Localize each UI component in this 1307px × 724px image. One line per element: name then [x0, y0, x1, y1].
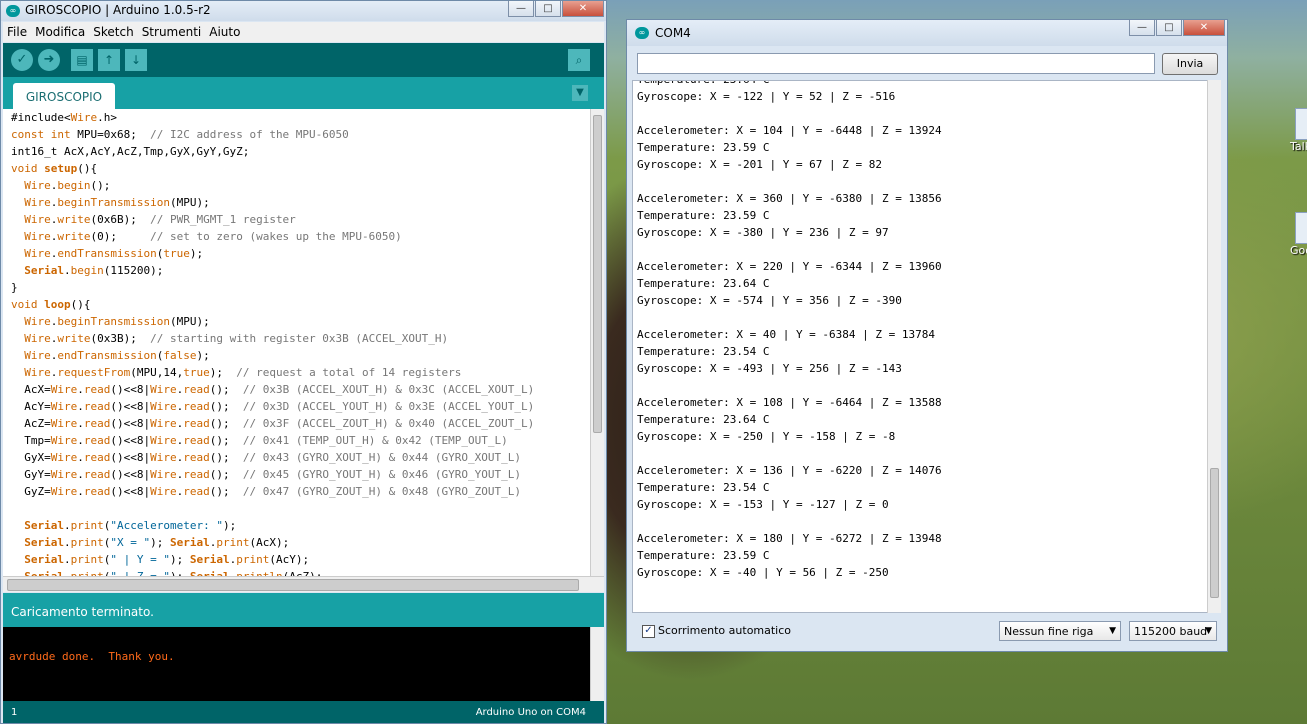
upload-button[interactable]: ➜	[38, 49, 60, 71]
console-text: avrdude done. Thank you.	[9, 650, 175, 663]
close-button[interactable]: ✕	[562, 1, 604, 17]
ide-titlebar[interactable]: ∞ GIROSCOPIO | Arduino 1.0.5-r2 — □ ✕	[1, 1, 606, 21]
file-icon	[1295, 108, 1307, 140]
chevron-down-icon: ▼	[1109, 626, 1116, 636]
desktop-icon-label: Talkin	[1290, 140, 1307, 153]
desktop-icon[interactable]: Talkin	[1290, 108, 1307, 168]
file-icon	[1295, 212, 1307, 244]
serial-monitor-button[interactable]: ⌕	[568, 49, 590, 71]
tab-giroscopio[interactable]: GIROSCOPIO	[13, 83, 115, 109]
serial-titlebar[interactable]: ∞ COM4 — □ ✕	[627, 20, 1227, 46]
status-message: Caricamento terminato.	[11, 605, 154, 619]
desktop-icon-label: Good	[1290, 244, 1307, 257]
autoscroll-label: Scorrimento automatico	[658, 624, 792, 637]
ide-title: GIROSCOPIO | Arduino 1.0.5-r2	[25, 3, 211, 17]
arduino-ide-window: ∞ GIROSCOPIO | Arduino 1.0.5-r2 — □ ✕ Fi…	[0, 0, 607, 724]
menu-modifica[interactable]: Modifica	[31, 22, 89, 42]
new-sketch-button[interactable]: ▤	[71, 49, 93, 71]
ide-status-bar: Caricamento terminato.	[3, 593, 604, 627]
arduino-logo-icon: ∞	[635, 27, 649, 39]
menu-aiuto[interactable]: Aiuto	[205, 22, 244, 42]
save-sketch-button[interactable]: ↓	[125, 49, 147, 71]
line-ending-select[interactable]: Nessun fine riga ▼	[999, 621, 1121, 641]
line-number: 1	[11, 707, 18, 718]
serial-monitor-window: ∞ COM4 — □ ✕ Invia Temperature: 23.64 C …	[626, 19, 1228, 652]
editor-scroll-thumb[interactable]	[593, 115, 602, 433]
serial-title: COM4	[655, 26, 691, 40]
ide-menubar: File Modifica Sketch Strumenti Aiuto	[3, 22, 604, 42]
editor-hscroll-thumb[interactable]	[7, 579, 579, 591]
serial-output[interactable]: Temperature: 23.64 C Gyroscope: X = -122…	[632, 80, 1208, 613]
code-text: #include<Wire.h> const int MPU=0x68; // …	[11, 111, 535, 576]
tab-menu-chevron-down-icon[interactable]: ▼	[572, 85, 588, 101]
autoscroll-checkbox[interactable]: ✓	[642, 625, 655, 638]
line-ending-value: Nessun fine riga	[1004, 625, 1094, 638]
baud-value: 115200 baud	[1134, 625, 1208, 638]
serial-scroll-thumb[interactable]	[1210, 468, 1219, 598]
menu-strumenti[interactable]: Strumenti	[138, 22, 206, 42]
ide-toolbar: ✓ ➜ ▤ ↑ ↓ ⌕	[3, 43, 604, 77]
menu-file[interactable]: File	[3, 22, 31, 42]
maximize-button[interactable]: □	[535, 1, 561, 17]
code-editor[interactable]: #include<Wire.h> const int MPU=0x68; // …	[3, 109, 590, 576]
maximize-button[interactable]: □	[1156, 20, 1182, 36]
minimize-button[interactable]: —	[508, 1, 534, 17]
ide-footer: 1 Arduino Uno on COM4	[3, 701, 604, 723]
menu-sketch[interactable]: Sketch	[89, 22, 137, 42]
open-sketch-button[interactable]: ↑	[98, 49, 120, 71]
console-vertical-scrollbar[interactable]	[590, 627, 604, 701]
serial-bottom-bar: ✓ Scorrimento automatico Nessun fine rig…	[632, 616, 1222, 646]
ide-console[interactable]: avrdude done. Thank you.	[3, 627, 590, 701]
editor-vertical-scrollbar[interactable]	[590, 109, 604, 576]
verify-button[interactable]: ✓	[11, 49, 33, 71]
chevron-down-icon: ▼	[1205, 626, 1212, 636]
close-button[interactable]: ✕	[1183, 20, 1225, 36]
send-row: Invia	[637, 53, 1218, 77]
baud-select[interactable]: 115200 baud ▼	[1129, 621, 1217, 641]
arduino-logo-icon: ∞	[6, 5, 20, 17]
editor-horizontal-scrollbar[interactable]	[3, 576, 604, 592]
ide-tabbar: GIROSCOPIO ▼	[3, 77, 604, 109]
minimize-button[interactable]: —	[1129, 20, 1155, 36]
serial-output-text: Temperature: 23.64 C Gyroscope: X = -122…	[637, 81, 942, 579]
send-button[interactable]: Invia	[1162, 53, 1218, 75]
desktop-icon[interactable]: Good	[1290, 212, 1307, 272]
serial-vertical-scrollbar[interactable]	[1207, 80, 1221, 613]
serial-send-input[interactable]	[637, 53, 1155, 74]
board-info: Arduino Uno on COM4	[475, 707, 586, 718]
